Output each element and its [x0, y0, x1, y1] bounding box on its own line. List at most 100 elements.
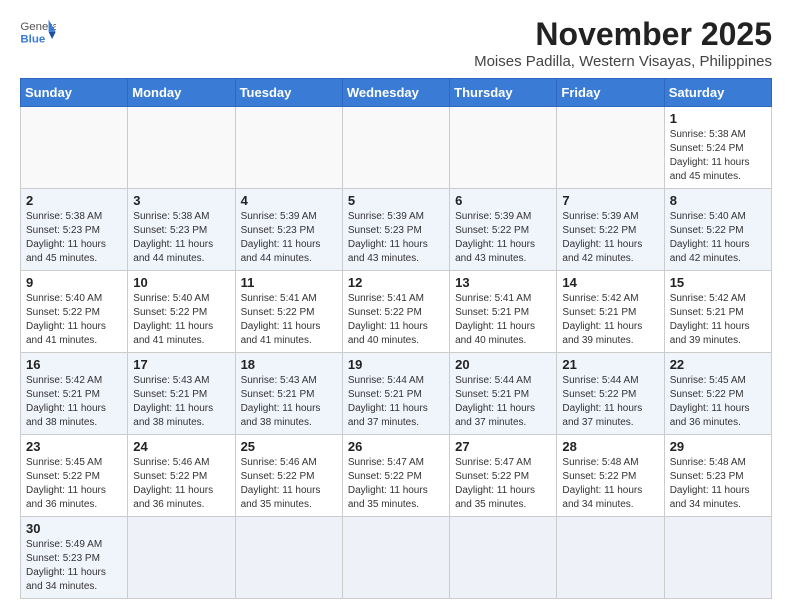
day-number: 24	[133, 439, 229, 454]
day-info: Sunrise: 5:43 AMSunset: 5:21 PMDaylight:…	[133, 374, 229, 430]
day-number: 13	[455, 275, 551, 290]
day-number: 26	[348, 439, 444, 454]
day-number: 4	[241, 193, 337, 208]
day-info: Sunrise: 5:43 AMSunset: 5:21 PMDaylight:…	[241, 374, 337, 430]
day-info: Sunrise: 5:39 AMSunset: 5:23 PMDaylight:…	[241, 210, 337, 266]
logo: General Blue	[20, 16, 56, 46]
calendar-cell: 9Sunrise: 5:40 AMSunset: 5:22 PMDaylight…	[21, 271, 128, 353]
calendar-cell: 20Sunrise: 5:44 AMSunset: 5:21 PMDayligh…	[450, 353, 557, 435]
day-of-week-tuesday: Tuesday	[235, 79, 342, 107]
day-info: Sunrise: 5:42 AMSunset: 5:21 PMDaylight:…	[562, 292, 658, 348]
svg-text:Blue: Blue	[20, 33, 45, 45]
calendar-cell: 28Sunrise: 5:48 AMSunset: 5:22 PMDayligh…	[557, 435, 664, 517]
day-info: Sunrise: 5:38 AMSunset: 5:24 PMDaylight:…	[670, 128, 766, 184]
day-number: 7	[562, 193, 658, 208]
day-info: Sunrise: 5:38 AMSunset: 5:23 PMDaylight:…	[26, 210, 122, 266]
calendar-cell: 2 Sunrise: 5:38 AMSunset: 5:23 PMDaylight…	[21, 189, 128, 271]
day-number: 23	[26, 439, 122, 454]
calendar-cell: 6 Sunrise: 5:39 AMSunset: 5:22 PMDaylight…	[450, 189, 557, 271]
day-info: Sunrise: 5:39 AMSunset: 5:22 PMDaylight:…	[455, 210, 551, 266]
calendar-cell	[664, 517, 771, 599]
day-number: 29	[670, 439, 766, 454]
calendar-cell: 11Sunrise: 5:41 AMSunset: 5:22 PMDayligh…	[235, 271, 342, 353]
calendar-cell	[450, 517, 557, 599]
day-number: 17	[133, 357, 229, 372]
calendar-cell: 8 Sunrise: 5:40 AMSunset: 5:22 PMDaylight…	[664, 189, 771, 271]
subtitle: Moises Padilla, Western Visayas, Philipp…	[474, 53, 772, 70]
day-number: 28	[562, 439, 658, 454]
day-info: Sunrise: 5:39 AMSunset: 5:22 PMDaylight:…	[562, 210, 658, 266]
calendar-cell: 19 Sunrise: 5:44 AMSunset: 5:21 PMDayligh…	[342, 353, 449, 435]
calendar-cell	[557, 107, 664, 189]
day-number: 2	[26, 193, 122, 208]
calendar-cell: 23 Sunrise: 5:45 AMSunset: 5:22 PMDayligh…	[21, 435, 128, 517]
calendar-cell: 25 Sunrise: 5:46 AMSunset: 5:22 PMDayligh…	[235, 435, 342, 517]
day-info: Sunrise: 5:44 AMSunset: 5:21 PMDaylight:…	[348, 374, 444, 430]
calendar-cell: 15Sunrise: 5:42 AMSunset: 5:21 PMDayligh…	[664, 271, 771, 353]
calendar-cell	[128, 107, 235, 189]
calendar-cell	[235, 107, 342, 189]
calendar-cell: 7 Sunrise: 5:39 AMSunset: 5:22 PMDaylight…	[557, 189, 664, 271]
calendar-cell: 13Sunrise: 5:41 AMSunset: 5:21 PMDayligh…	[450, 271, 557, 353]
calendar-cell: 17 Sunrise: 5:43 AMSunset: 5:21 PMDayligh…	[128, 353, 235, 435]
calendar-cell	[21, 107, 128, 189]
calendar-week-1: 1 Sunrise: 5:38 AMSunset: 5:24 PMDaylight…	[21, 107, 772, 189]
calendar-cell: 16 Sunrise: 5:42 AMSunset: 5:21 PMDayligh…	[21, 353, 128, 435]
day-of-week-sunday: Sunday	[21, 79, 128, 107]
day-info: Sunrise: 5:42 AMSunset: 5:21 PMDaylight:…	[26, 374, 122, 430]
day-info: Sunrise: 5:42 AMSunset: 5:21 PMDaylight:…	[670, 292, 766, 348]
calendar-cell: 22 Sunrise: 5:45 AMSunset: 5:22 PMDayligh…	[664, 353, 771, 435]
calendar-week-3: 9Sunrise: 5:40 AMSunset: 5:22 PMDaylight…	[21, 271, 772, 353]
day-number: 10	[133, 275, 229, 290]
day-number: 5	[348, 193, 444, 208]
day-info: Sunrise: 5:40 AMSunset: 5:22 PMDaylight:…	[133, 292, 229, 348]
day-number: 18	[241, 357, 337, 372]
calendar-week-4: 16 Sunrise: 5:42 AMSunset: 5:21 PMDayligh…	[21, 353, 772, 435]
day-number: 30	[26, 521, 122, 536]
day-of-week-monday: Monday	[128, 79, 235, 107]
day-info: Sunrise: 5:46 AMSunset: 5:22 PMDaylight:…	[241, 456, 337, 512]
page-header: General Blue November 2025 Moises Padill…	[20, 16, 772, 70]
calendar-cell: 27Sunrise: 5:47 AMSunset: 5:22 PMDayligh…	[450, 435, 557, 517]
day-number: 25	[241, 439, 337, 454]
calendar-cell: 10 Sunrise: 5:40 AMSunset: 5:22 PMDayligh…	[128, 271, 235, 353]
day-number: 11	[241, 275, 337, 290]
day-number: 27	[455, 439, 551, 454]
calendar-cell: 12Sunrise: 5:41 AMSunset: 5:22 PMDayligh…	[342, 271, 449, 353]
calendar-cell: 3Sunrise: 5:38 AMSunset: 5:23 PMDaylight…	[128, 189, 235, 271]
day-of-week-friday: Friday	[557, 79, 664, 107]
day-number: 21	[562, 357, 658, 372]
day-number: 19	[348, 357, 444, 372]
calendar-cell	[557, 517, 664, 599]
day-info: Sunrise: 5:46 AMSunset: 5:22 PMDaylight:…	[133, 456, 229, 512]
calendar-cell	[342, 517, 449, 599]
calendar-week-5: 23 Sunrise: 5:45 AMSunset: 5:22 PMDayligh…	[21, 435, 772, 517]
day-info: Sunrise: 5:41 AMSunset: 5:22 PMDaylight:…	[348, 292, 444, 348]
day-number: 16	[26, 357, 122, 372]
calendar-cell	[342, 107, 449, 189]
day-number: 6	[455, 193, 551, 208]
calendar-cell: 21 Sunrise: 5:44 AMSunset: 5:22 PMDayligh…	[557, 353, 664, 435]
day-of-week-thursday: Thursday	[450, 79, 557, 107]
day-info: Sunrise: 5:40 AMSunset: 5:22 PMDaylight:…	[670, 210, 766, 266]
day-of-week-wednesday: Wednesday	[342, 79, 449, 107]
day-info: Sunrise: 5:44 AMSunset: 5:22 PMDaylight:…	[562, 374, 658, 430]
calendar-week-2: 2 Sunrise: 5:38 AMSunset: 5:23 PMDaylight…	[21, 189, 772, 271]
title-area: November 2025 Moises Padilla, Western Vi…	[474, 16, 772, 70]
calendar-cell	[128, 517, 235, 599]
calendar-week-6: 30 Sunrise: 5:49 AMSunset: 5:23 PMDayligh…	[21, 517, 772, 599]
day-number: 8	[670, 193, 766, 208]
day-info: Sunrise: 5:45 AMSunset: 5:22 PMDaylight:…	[670, 374, 766, 430]
calendar-cell: 18 Sunrise: 5:43 AMSunset: 5:21 PMDayligh…	[235, 353, 342, 435]
day-number: 14	[562, 275, 658, 290]
day-number: 22	[670, 357, 766, 372]
calendar-cell: 24 Sunrise: 5:46 AMSunset: 5:22 PMDayligh…	[128, 435, 235, 517]
day-number: 20	[455, 357, 551, 372]
day-info: Sunrise: 5:48 AMSunset: 5:23 PMDaylight:…	[670, 456, 766, 512]
day-info: Sunrise: 5:45 AMSunset: 5:22 PMDaylight:…	[26, 456, 122, 512]
calendar-cell: 26Sunrise: 5:47 AMSunset: 5:22 PMDayligh…	[342, 435, 449, 517]
day-number: 1	[670, 111, 766, 126]
calendar-cell: 29 Sunrise: 5:48 AMSunset: 5:23 PMDayligh…	[664, 435, 771, 517]
day-info: Sunrise: 5:49 AMSunset: 5:23 PMDaylight:…	[26, 538, 122, 594]
calendar-cell	[450, 107, 557, 189]
